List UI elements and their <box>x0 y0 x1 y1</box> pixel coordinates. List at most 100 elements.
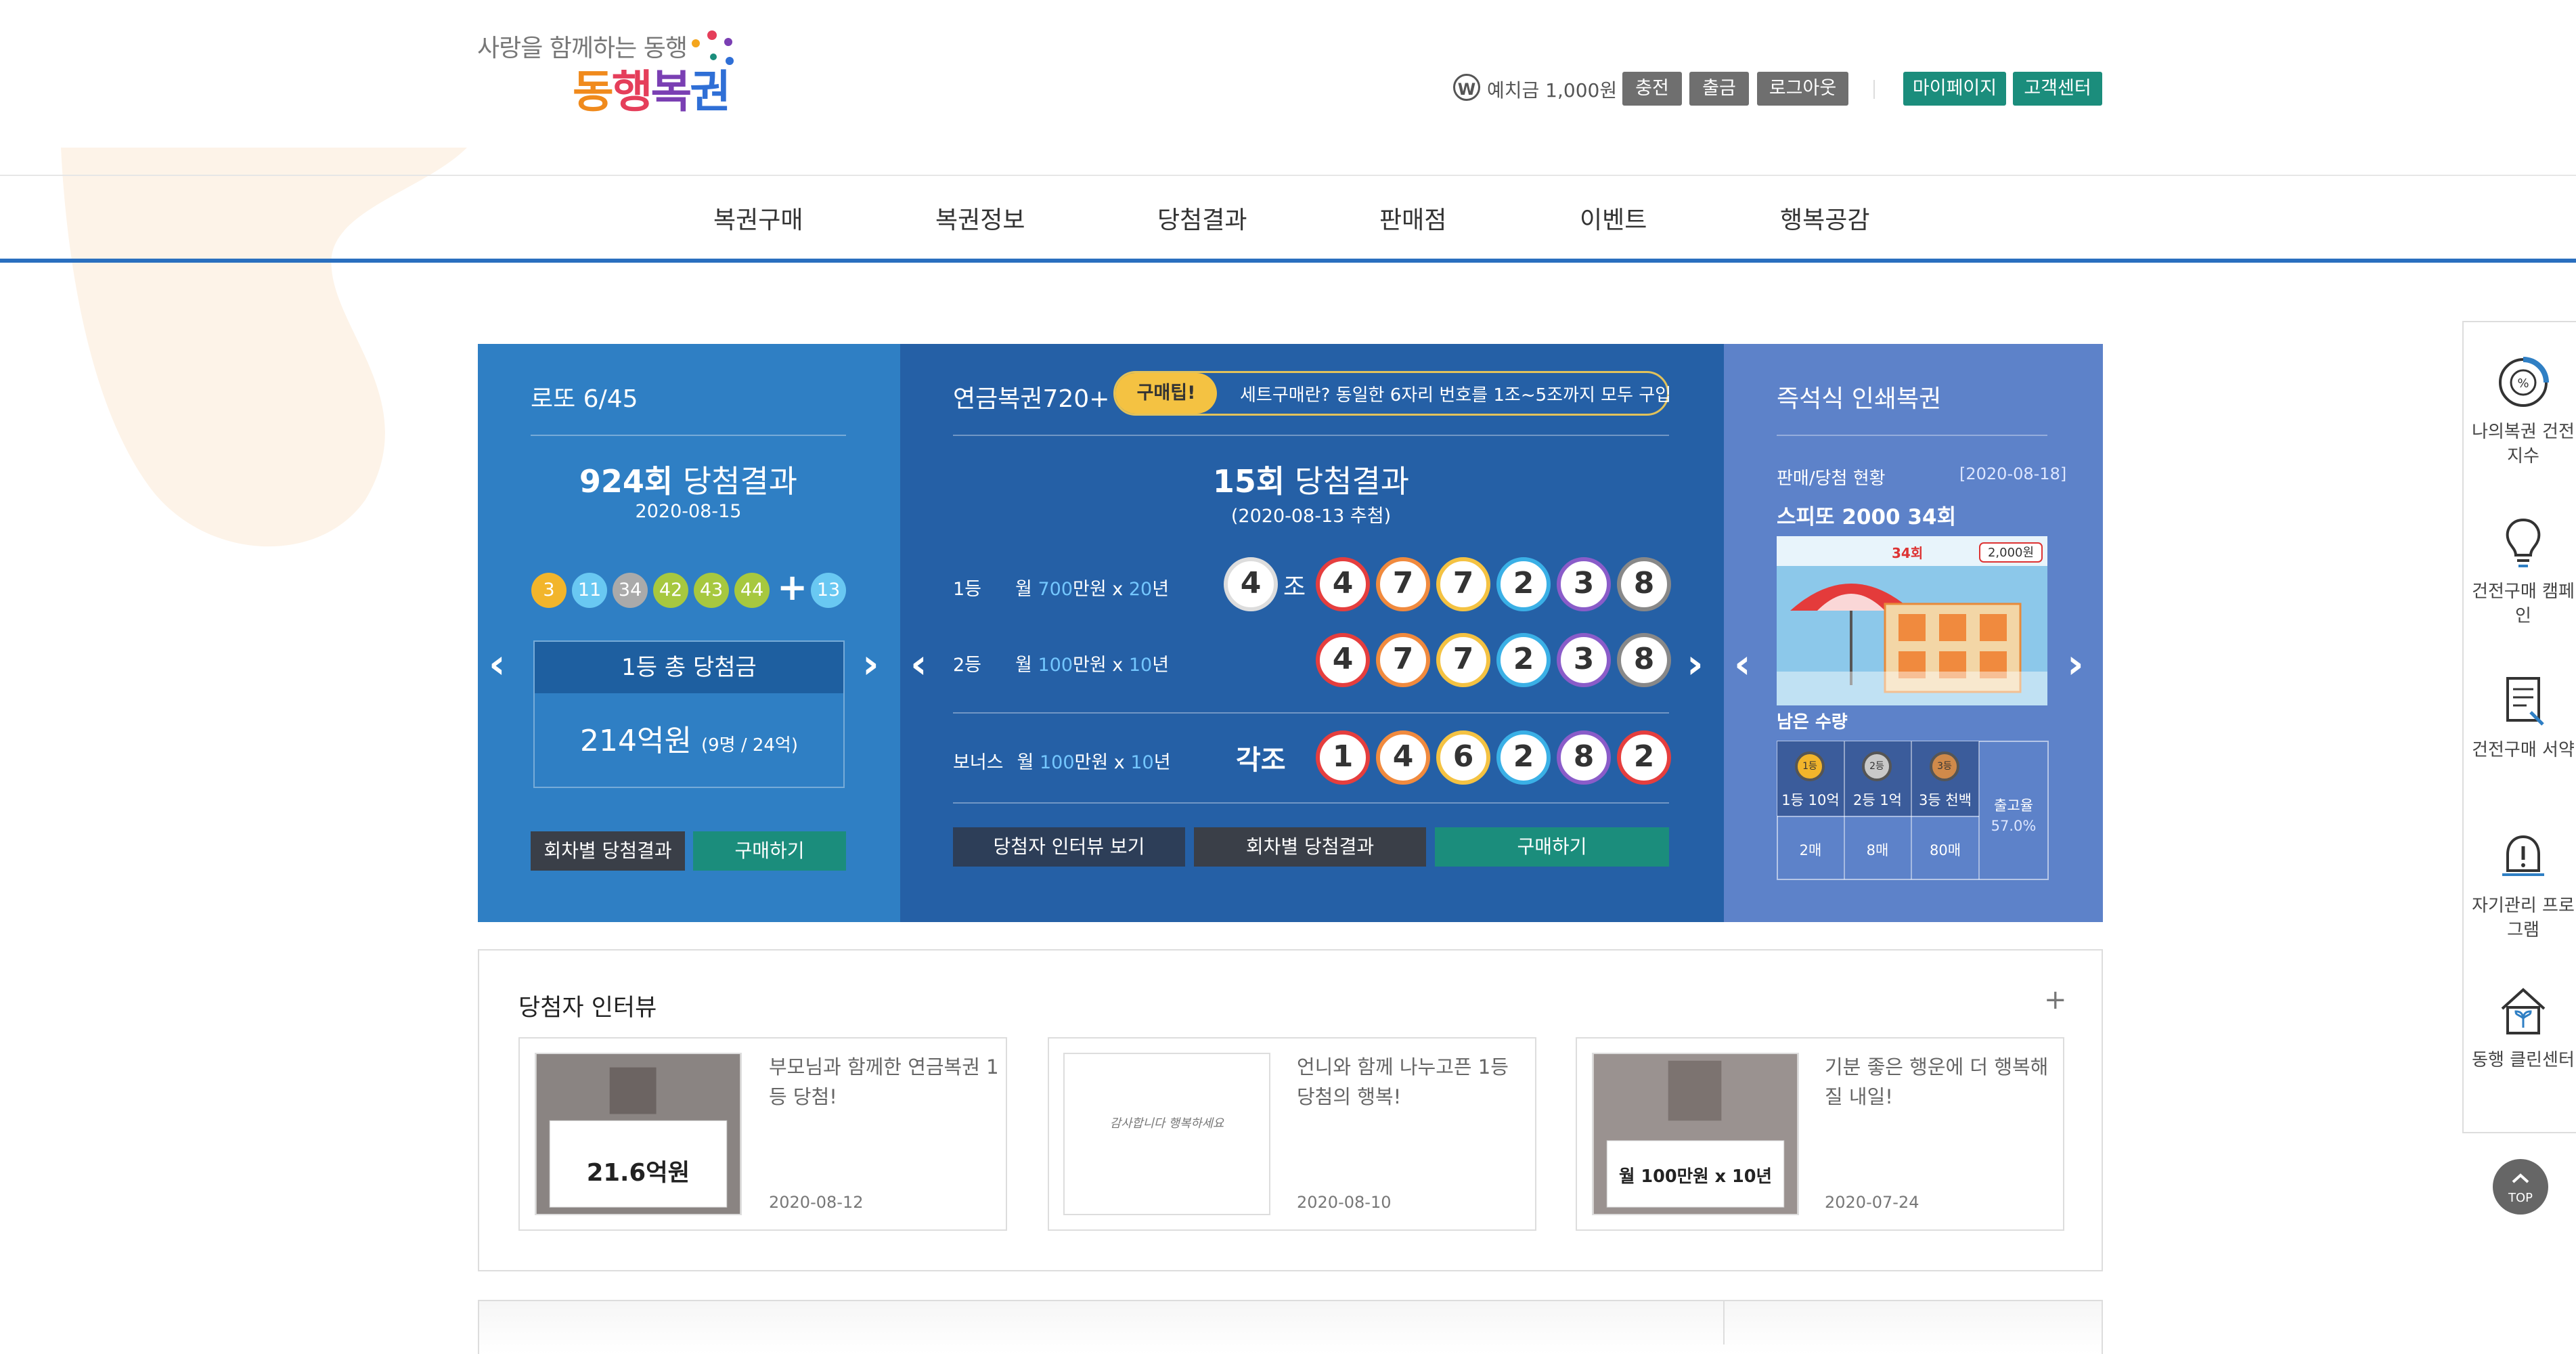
pension-second-ball: 8 <box>1617 633 1671 687</box>
pension-first-ball: 3 <box>1557 557 1611 611</box>
pension-round-heading: 15회 당첨결과 <box>1212 463 1410 500</box>
header-divider <box>1873 80 1875 99</box>
prize-count: 2매 <box>1799 842 1822 858</box>
pension-rank-bonus: 보너스 월 100만원 x 10년 <box>953 752 1171 773</box>
lotto-date: 2020-08-15 <box>635 501 742 522</box>
pension-second-ball: 2 <box>1496 633 1551 687</box>
pension-rank-2: 2등 월 100만원 x 10년 <box>953 655 1170 676</box>
lotto-ball: 43 <box>694 573 729 608</box>
bottom-divider <box>1723 1300 1725 1345</box>
pension-next-arrow-icon[interactable]: › <box>1687 640 1704 688</box>
interview-text: 부모님과 함께한 연금복권 1등 당첨! <box>769 1055 999 1108</box>
main-nav <box>0 176 2576 263</box>
pension-bonus-ball: 8 <box>1557 730 1611 785</box>
instant-remain-label: 남은 수량 <box>1777 712 1848 733</box>
won-icon: W <box>1453 74 1480 101</box>
svg-text:%: % <box>2517 376 2529 391</box>
sidebar-item-self-management[interactable]: 자기관리 프로그램 <box>2466 826 2576 942</box>
pension-bonus-ball: 2 <box>1617 730 1671 785</box>
interview-date: 2020-08-10 <box>1297 1193 1392 1212</box>
instant-title: 즉석식 인쇄복권 <box>1777 385 1942 413</box>
bronze-medal-icon: 3등 <box>1930 751 1959 781</box>
lotto-ball: 42 <box>653 573 688 608</box>
nav-buy[interactable]: 복권구매 <box>713 200 803 236</box>
tip-badge: 구매팁! <box>1115 373 1217 414</box>
lightbulb-icon <box>2506 518 2541 567</box>
customer-center-button[interactable]: 고객센터 <box>2013 72 2102 106</box>
interview-photo: 21.6억원 <box>535 1053 742 1215</box>
lotto-ball: 34 <box>613 573 648 608</box>
nav-info[interactable]: 복권정보 <box>935 200 1025 236</box>
interview-photo: 월 100만원 x 10년 <box>1592 1053 1799 1215</box>
sidebar-item-pledge[interactable]: 건전구매 서약 <box>2466 670 2576 762</box>
silver-medal-icon: 2등 <box>1862 751 1892 781</box>
pension-history-button[interactable]: 회차별 당첨결과 <box>1194 827 1426 867</box>
pension-second-ball: 7 <box>1436 633 1490 687</box>
interview-date: 2020-08-12 <box>769 1193 864 1212</box>
interview-title: 당첨자 인터뷰 <box>518 995 657 1022</box>
interview-view-button[interactable]: 당첨자 인터뷰 보기 <box>953 827 1185 867</box>
alert-icon <box>2502 835 2544 876</box>
interview-photo: 감사합니다 행복하세요 <box>1063 1053 1270 1215</box>
interview-date: 2020-07-24 <box>1825 1193 1919 1212</box>
nav-events[interactable]: 이벤트 <box>1580 200 1647 236</box>
photo-caption: 21.6억원 <box>587 1159 690 1187</box>
pension-buy-button[interactable]: 구매하기 <box>1435 827 1669 867</box>
house-plant-icon <box>2501 988 2546 1034</box>
pension-divider <box>953 435 1669 436</box>
instant-next-arrow-icon[interactable]: › <box>2067 640 2084 688</box>
pension-prev-arrow-icon[interactable]: ‹ <box>910 640 927 688</box>
lotto-buy-button[interactable]: 구매하기 <box>693 831 846 871</box>
pension-bonus-ball: 6 <box>1436 730 1490 785</box>
header <box>0 0 2576 176</box>
pension-date: (2020-08-13 추첨) <box>1230 506 1392 527</box>
charge-button[interactable]: 충전 <box>1622 72 1682 106</box>
instant-prev-arrow-icon[interactable]: ‹ <box>1734 640 1751 688</box>
lotto-ball: 3 <box>531 573 567 608</box>
logout-button[interactable]: 로그아웃 <box>1757 72 1848 106</box>
pension-bottom-divider <box>953 802 1669 804</box>
pension-first-ball: 7 <box>1436 557 1490 611</box>
pension-first-ball: 7 <box>1376 557 1430 611</box>
pension-group-ball: 4 <box>1224 557 1278 611</box>
nav-stores[interactable]: 판매점 <box>1379 200 1446 236</box>
lotto-history-button[interactable]: 회차별 당첨결과 <box>531 831 685 871</box>
lotto-title: 로또 6/45 <box>531 385 638 413</box>
instant-status-date: [2020-08-18] <box>1959 464 2067 483</box>
prize-label: 3등 천백 <box>1919 792 1972 808</box>
pension-bonus-label: 각조 <box>1236 745 1286 776</box>
scroll-top-button[interactable]: TOP <box>2493 1159 2548 1215</box>
ticket-round: 34회 <box>1892 545 1923 561</box>
pension-second-ball: 3 <box>1557 633 1611 687</box>
lotto-divider <box>531 435 846 436</box>
lotto-total-label: 1등 총 당첨금 <box>535 642 843 693</box>
nav-happiness[interactable]: 행복공감 <box>1780 200 1869 236</box>
pension-first-ball: 4 <box>1316 557 1370 611</box>
interview-text: 언니와 함께 나누고픈 1등 당첨의 행복! <box>1297 1055 1509 1108</box>
lotto-next-arrow-icon[interactable]: › <box>862 640 879 688</box>
pension-bonus-ball: 2 <box>1496 730 1551 785</box>
mypage-button[interactable]: 마이페이지 <box>1903 72 2006 106</box>
lotto-ball: 11 <box>572 573 607 608</box>
lotto-round-heading: 924회 당첨결과 <box>579 463 798 500</box>
instant-ticket-image[interactable]: 2,000원 34회 <box>1777 536 2047 705</box>
logo-sparkle-icon <box>692 30 734 65</box>
interview-more-icon[interactable]: + <box>2044 984 2067 1016</box>
prize-label: 2등 1억 <box>1852 792 1903 808</box>
prize-count: 8매 <box>1866 842 1889 858</box>
withdraw-button[interactable]: 출금 <box>1689 72 1749 106</box>
gold-medal-icon: 1등 <box>1795 751 1825 781</box>
sidebar-item-health-index[interactable]: % 나의복권 건전지수 <box>2466 352 2576 468</box>
sidebar-item-clean-center[interactable]: 동행 클린센터 <box>2466 980 2576 1072</box>
instant-status-label: 판매/당첨 현황 <box>1777 468 1886 489</box>
gauge-icon: % <box>2499 357 2549 407</box>
prize-label: 1등 10억 <box>1781 792 1840 808</box>
sidebar-item-campaign[interactable]: 건전구매 캠페인 <box>2466 512 2576 628</box>
nav-results[interactable]: 당첨결과 <box>1157 200 1247 236</box>
instant-product[interactable]: 스피또 2000 34회 <box>1777 500 1956 530</box>
pension-bonus-ball: 4 <box>1376 730 1430 785</box>
lotto-bonus-ball: 13 <box>811 573 846 608</box>
lotto-amount: 214억원 (9명 / 24억) <box>580 724 798 758</box>
lotto-prev-arrow-icon[interactable]: ‹ <box>489 640 506 688</box>
ticket-price: 2,000원 <box>1988 546 2034 560</box>
